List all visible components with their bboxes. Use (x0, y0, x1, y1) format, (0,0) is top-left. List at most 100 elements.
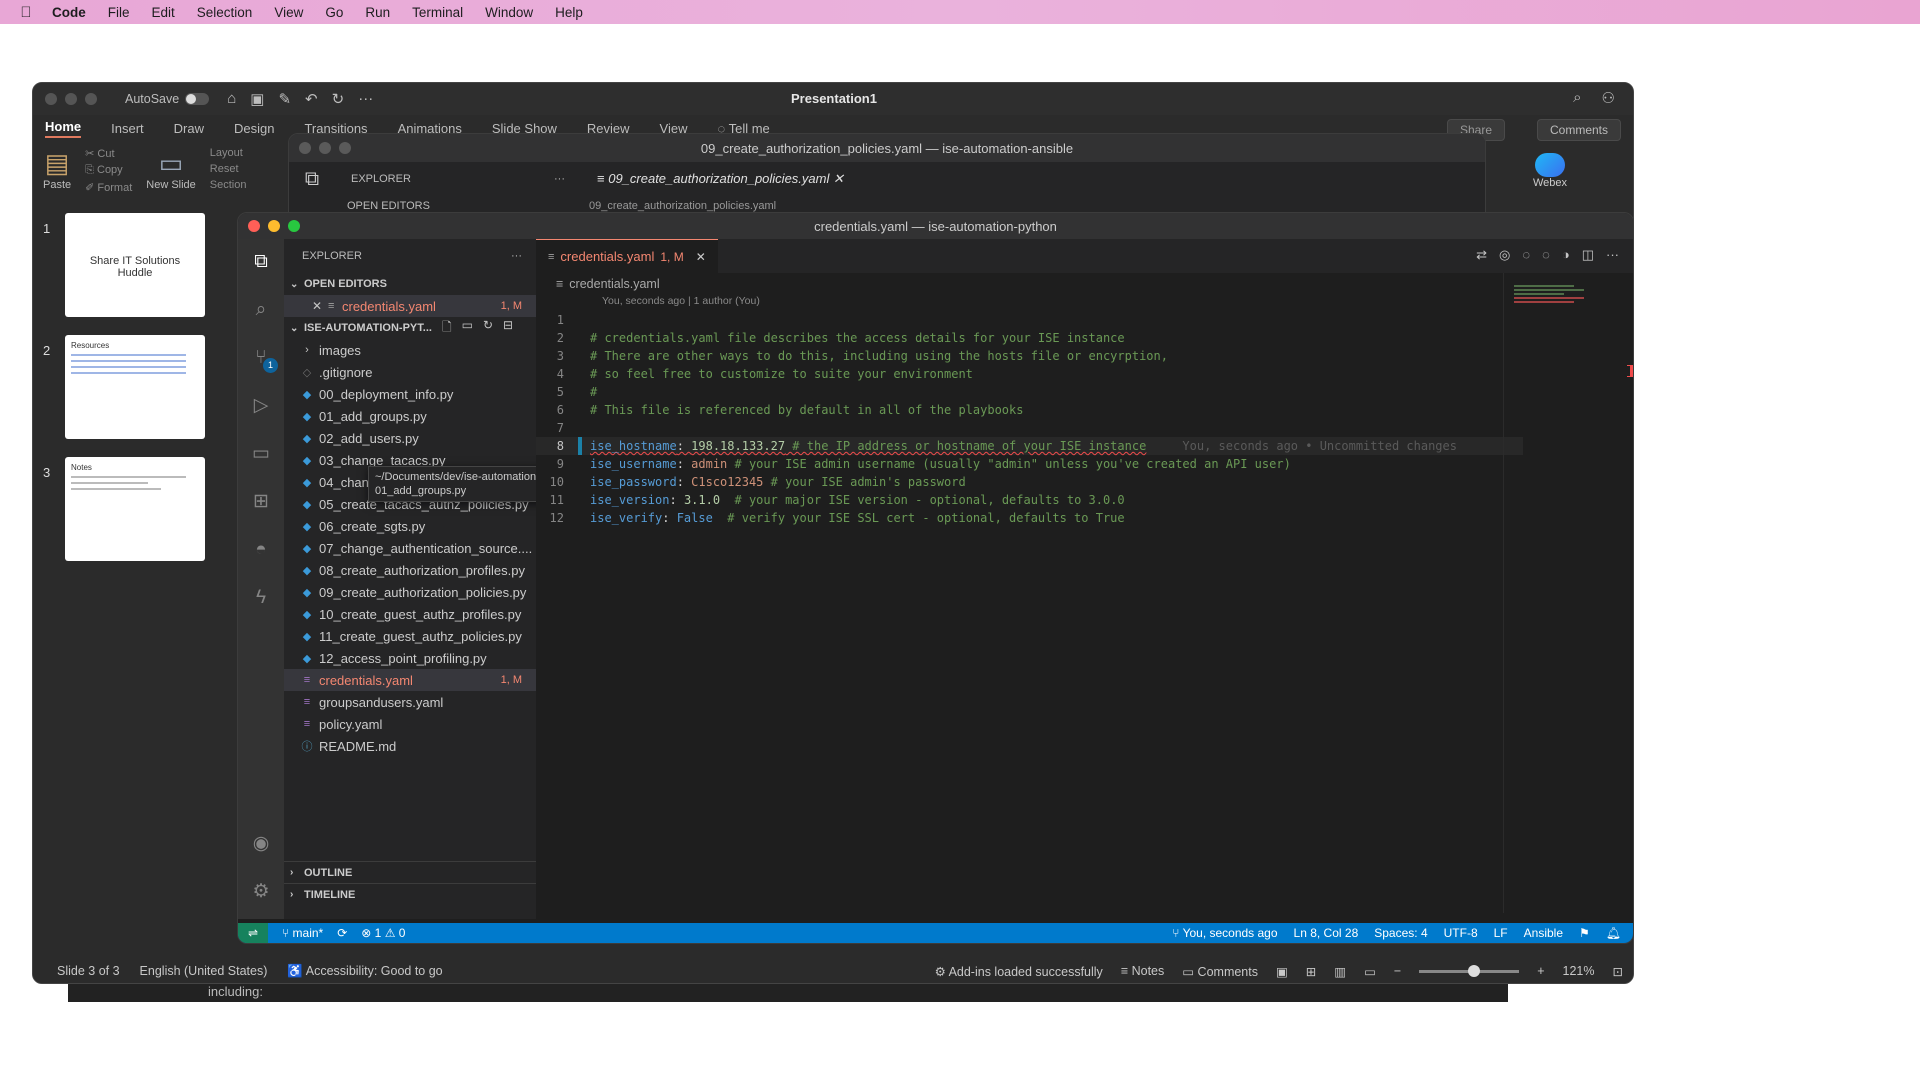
notifications-bell-icon[interactable]: 🔔︎ (1606, 926, 1621, 940)
code-line[interactable]: 9 ise_username: admin # your ISE admin us… (536, 455, 1523, 473)
more-icon[interactable]: ··· (358, 90, 373, 108)
files-icon[interactable]: ⧉ (289, 168, 335, 191)
share-people-icon[interactable]: ⚇ (1602, 89, 1615, 107)
format-painter-button[interactable]: ✐ Format (85, 181, 132, 194)
menu-go[interactable]: Go (325, 5, 343, 20)
slide-thumbnail[interactable]: 1 Share IT Solutions Huddle (33, 213, 233, 335)
tab-insert[interactable]: Insert (111, 121, 144, 136)
tab-home[interactable]: Home (45, 119, 82, 138)
new-slide-button[interactable]: ▭ New Slide (146, 147, 196, 191)
code-line[interactable]: 11 ise_version: 3.1.0 # your major ISE ve… (536, 491, 1523, 509)
lightning-icon[interactable]: ϟ (246, 583, 276, 613)
menu-app-name[interactable]: Code (52, 5, 86, 20)
file-item[interactable]: ◆ 00_deployment_info.py (284, 383, 536, 405)
minimize-window-button[interactable] (268, 220, 280, 232)
close-tab-icon[interactable]: ✕ (696, 250, 706, 264)
folder-item[interactable]: › images (284, 339, 536, 361)
menu-window[interactable]: Window (485, 5, 533, 20)
file-item[interactable]: ◆ 08_create_authorization_profiles.py (284, 559, 536, 581)
code-line[interactable]: 5 # (536, 383, 1523, 401)
undo-icon[interactable]: ↶ (305, 90, 318, 108)
indentation[interactable]: Spaces: 4 (1374, 926, 1427, 940)
menu-edit[interactable]: Edit (152, 5, 175, 20)
notes-button[interactable]: ≡ Notes (1121, 964, 1164, 978)
code-line[interactable]: 12 ise_verify: False # verify your ISE SS… (536, 509, 1523, 527)
code-line[interactable]: 4 # so feel free to customize to suite yo… (536, 365, 1523, 383)
open-changes-icon[interactable]: ◑ (1562, 247, 1570, 263)
zoom-slider[interactable] (1419, 964, 1520, 977)
code-line[interactable]: 10 ise_password: C1sco12345 # your ISE ad… (536, 473, 1523, 491)
ansible-editor-tab[interactable]: ≡ 09_create_authorization_policies.yaml … (585, 171, 844, 187)
section-button[interactable]: Section (210, 179, 247, 191)
save-icon[interactable]: ▣ (250, 90, 264, 108)
file-item[interactable]: ◇ .gitignore (284, 361, 536, 383)
cursor-position[interactable]: Ln 8, Col 28 (1294, 926, 1359, 940)
fit-slide-icon[interactable]: ⊡ (1613, 964, 1623, 979)
webex-button[interactable]: Webex (1533, 153, 1567, 189)
split-editor-icon[interactable]: ◫ (1582, 247, 1594, 263)
git-blame-codelens[interactable]: You, seconds ago | 1 author (You) (536, 295, 1633, 311)
slide-sorter-icon[interactable]: ⊞ (1306, 964, 1316, 979)
run-debug-icon[interactable]: ▷ (246, 391, 276, 421)
next-change-icon[interactable]: ◌ (1542, 247, 1550, 263)
file-item[interactable]: ◆ 06_create_sgts.py (284, 515, 536, 537)
menu-view[interactable]: View (274, 5, 303, 20)
code-line[interactable]: 2 # credentials.yaml file describes the a… (536, 329, 1523, 347)
file-item[interactable]: ◆ 11_create_guest_authz_policies.py (284, 625, 536, 647)
menu-selection[interactable]: Selection (197, 5, 253, 20)
new-file-icon[interactable]: 🗋 (442, 318, 452, 339)
slide-thumbnail[interactable]: 3 Notes (33, 457, 233, 579)
home-icon[interactable]: ⌂ (227, 90, 236, 108)
branch-status[interactable]: ⑂ main* (282, 926, 323, 940)
slideshow-icon[interactable]: ▭ (1364, 964, 1376, 979)
encoding[interactable]: UTF-8 (1444, 926, 1478, 940)
code-line[interactable]: 6 # This file is referenced by default in… (536, 401, 1523, 419)
close-icon[interactable]: ✕ (829, 171, 844, 186)
code-lines[interactable]: 1 2 # credentials.yaml file describes the … (536, 311, 1523, 527)
code-line[interactable]: 1 (536, 311, 1523, 329)
file-item[interactable]: ≡ policy.yaml (284, 713, 536, 735)
search-icon[interactable]: ⌕ (1573, 89, 1581, 107)
apple-icon[interactable]:  (0, 4, 52, 21)
paste-button[interactable]: ▤ Paste (43, 147, 71, 191)
autosave-toggle[interactable] (185, 93, 210, 105)
zoom-out-icon[interactable]: − (1394, 964, 1401, 978)
source-control-icon[interactable]: ⑂ 1 (246, 343, 278, 373)
project-folder-header[interactable]: ⌄ ISE-AUTOMATION-PYT... 🗋 ▭ ↻ ⊟ (284, 317, 536, 339)
open-editors-section[interactable]: ⌄ OPEN EDITORS (284, 273, 536, 295)
status-comments-button[interactable]: ▭ Comments (1182, 964, 1258, 979)
file-item[interactable]: ≡ groupsandusers.yaml (284, 691, 536, 713)
remote-indicator-icon[interactable]: ⇌ (238, 923, 268, 943)
menu-file[interactable]: File (108, 5, 130, 20)
menu-run[interactable]: Run (365, 5, 390, 20)
minimap[interactable] (1503, 273, 1613, 913)
more-icon[interactable]: ··· (554, 173, 565, 185)
file-item[interactable]: ◆ 07_change_authentication_source.... (284, 537, 536, 559)
reset-button[interactable]: Reset (210, 163, 247, 175)
new-folder-icon[interactable]: ▭ (462, 318, 473, 339)
copy-button[interactable]: ⎘ Copy (85, 164, 132, 177)
file-item[interactable]: ◆ 01_add_groups.py (284, 405, 536, 427)
close-window-button[interactable] (248, 220, 260, 232)
minimize-window-button[interactable] (65, 93, 77, 105)
zoom-in-icon[interactable]: + (1537, 964, 1544, 978)
zoom-window-button[interactable] (85, 93, 97, 105)
addins-status[interactable]: ⚙ Add-ins loaded successfully (935, 964, 1103, 979)
redo-icon[interactable]: ↻ (332, 90, 345, 108)
file-item[interactable]: ◆ 09_create_authorization_policies.py (284, 581, 536, 603)
timeline-section[interactable]: › TIMELINE (284, 883, 536, 905)
code-line[interactable]: 8 ise_hostname: 198.18.133.27 # the IP ad… (536, 437, 1523, 455)
outline-section[interactable]: › OUTLINE (284, 861, 536, 883)
blame-status[interactable]: ⑂ You, seconds ago (1172, 926, 1277, 940)
problems-status[interactable]: ⊗ 1 ⚠ 0 (361, 926, 405, 940)
feedback-icon[interactable]: ⚑ (1579, 926, 1590, 940)
comments-button[interactable]: Comments (1536, 119, 1621, 141)
ansible-open-editors[interactable]: OPEN EDITORS (289, 200, 589, 212)
more-actions-icon[interactable]: ··· (511, 250, 522, 262)
slide-thumbnail[interactable]: 2 Resources (33, 335, 233, 457)
file-item[interactable]: ◆ 12_access_point_profiling.py (284, 647, 536, 669)
zoom-slider-knob[interactable] (1468, 964, 1481, 977)
explorer-files-icon[interactable]: ⧉ (246, 247, 276, 277)
docker-icon[interactable]: ◓ (246, 535, 276, 565)
close-window-button[interactable] (45, 93, 57, 105)
